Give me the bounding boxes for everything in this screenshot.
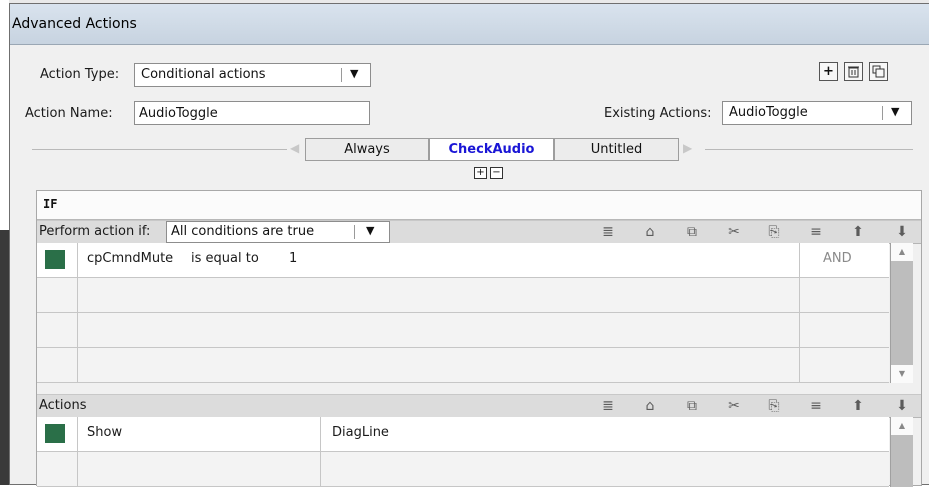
scroll-down-icon[interactable]: ▼ xyxy=(891,365,913,383)
copy-icon[interactable]: ⧉ xyxy=(683,397,701,415)
perform-label: Perform action if: xyxy=(39,224,151,239)
add-action-button[interactable]: + xyxy=(819,62,838,81)
chevron-down-icon: ▼ xyxy=(350,67,359,80)
trash-icon xyxy=(848,66,859,78)
insert-row-icon[interactable]: ≣ xyxy=(599,223,617,241)
action-type-label: Action Type: xyxy=(40,67,120,82)
tab-strip-line-left xyxy=(32,149,287,150)
title-bar: Advanced Actions xyxy=(10,4,929,45)
window-title: Advanced Actions xyxy=(12,16,137,32)
paste-icon[interactable]: ⎘ xyxy=(765,223,783,241)
existing-actions-select[interactable]: AudioToggle ▼ xyxy=(722,101,912,125)
advanced-actions-dialog: Advanced Actions Action Type: Conditiona… xyxy=(9,3,929,487)
perform-condition-select[interactable]: All conditions are true ▼ xyxy=(166,221,390,243)
chevron-down-icon: ▼ xyxy=(891,105,900,118)
action-command: Show xyxy=(87,425,123,440)
duplicate-action-button[interactable] xyxy=(869,62,888,81)
if-heading: IF xyxy=(43,197,58,211)
scroll-up-icon[interactable]: ▲ xyxy=(891,417,913,435)
if-header: IF xyxy=(37,191,921,220)
tab-label: CheckAudio xyxy=(448,142,535,157)
tab-strip-line-right xyxy=(705,149,913,150)
tab-checkaudio[interactable]: CheckAudio xyxy=(429,138,554,161)
duplicate-icon xyxy=(872,65,885,78)
cut-icon[interactable]: ✂ xyxy=(725,223,743,241)
delete-action-button[interactable] xyxy=(844,62,863,81)
tab-label: Untitled xyxy=(590,142,643,157)
condition-row[interactable] xyxy=(37,348,889,383)
move-down-icon[interactable]: ⬇ xyxy=(893,223,911,241)
row-color-swatch xyxy=(45,424,65,443)
condition-operator: is equal to xyxy=(191,251,259,266)
actions-heading: Actions xyxy=(39,398,87,413)
trash-icon[interactable]: ⌂ xyxy=(641,223,659,241)
insert-after-icon[interactable]: ≡ xyxy=(807,397,825,415)
scroll-up-icon[interactable]: ▲ xyxy=(891,243,913,261)
move-down-icon[interactable]: ⬇ xyxy=(893,397,911,415)
insert-row-icon[interactable]: ≣ xyxy=(599,397,617,415)
existing-actions-value: AudioToggle xyxy=(729,105,808,120)
condition-value: 1 xyxy=(289,251,298,266)
action-target: DiagLine xyxy=(332,425,389,440)
tab-label: Always xyxy=(344,142,390,157)
row-color-swatch xyxy=(45,250,65,269)
condition-logic: AND xyxy=(823,251,852,266)
actions-grid: Show DiagLine xyxy=(37,417,889,487)
action-name-value: AudioToggle xyxy=(139,106,218,121)
condition-variable: cpCmndMute xyxy=(87,251,174,266)
remove-decision-button[interactable]: − xyxy=(490,167,503,179)
condition-row[interactable] xyxy=(37,278,889,313)
decision-panel: IF Perform action if: All conditions are… xyxy=(36,190,922,487)
plus-icon: + xyxy=(823,64,834,79)
tab-always[interactable]: Always xyxy=(305,138,429,161)
move-up-icon[interactable]: ⬆ xyxy=(849,223,867,241)
actions-toolbar: Actions ≣ ⌂ ⧉ ✂ ⎘ ≡ ⬆ ⬇ xyxy=(37,394,921,418)
condition-grid: cpCmndMute is equal to 1 AND xyxy=(37,243,889,383)
action-type-select[interactable]: Conditional actions ▼ xyxy=(134,63,371,87)
grid-divider xyxy=(77,417,78,487)
scroll-left-icon[interactable]: ◀ xyxy=(290,141,299,155)
cut-icon[interactable]: ✂ xyxy=(725,397,743,415)
action-name-input[interactable]: AudioToggle xyxy=(134,101,370,125)
minus-icon: − xyxy=(492,167,501,178)
condition-row[interactable] xyxy=(37,313,889,348)
condition-row[interactable]: cpCmndMute is equal to 1 AND xyxy=(37,243,889,278)
move-up-icon[interactable]: ⬆ xyxy=(849,397,867,415)
insert-after-icon[interactable]: ≡ xyxy=(807,223,825,241)
action-row[interactable] xyxy=(37,452,889,487)
paste-icon[interactable]: ⎘ xyxy=(765,397,783,415)
tab-untitled[interactable]: Untitled xyxy=(554,138,679,161)
trash-icon[interactable]: ⌂ xyxy=(641,397,659,415)
action-row[interactable]: Show DiagLine xyxy=(37,417,889,452)
copy-icon[interactable]: ⧉ xyxy=(683,223,701,241)
scroll-right-icon[interactable]: ▶ xyxy=(683,141,692,155)
condition-toolbar: Perform action if: All conditions are tr… xyxy=(37,220,921,244)
grid-divider xyxy=(320,417,321,487)
add-decision-button[interactable]: + xyxy=(474,167,487,179)
chevron-down-icon: ▼ xyxy=(366,224,375,237)
condition-scrollbar[interactable]: ▲ ▼ xyxy=(890,243,913,383)
action-name-label: Action Name: xyxy=(25,106,113,121)
existing-actions-label: Existing Actions: xyxy=(604,106,712,121)
actions-scrollbar[interactable]: ▲ xyxy=(890,417,913,487)
grid-divider xyxy=(799,243,800,383)
action-type-value: Conditional actions xyxy=(141,67,266,82)
plus-icon: + xyxy=(476,167,485,178)
grid-divider xyxy=(77,243,78,383)
background-left-edge xyxy=(0,230,9,485)
perform-condition-value: All conditions are true xyxy=(171,224,315,239)
